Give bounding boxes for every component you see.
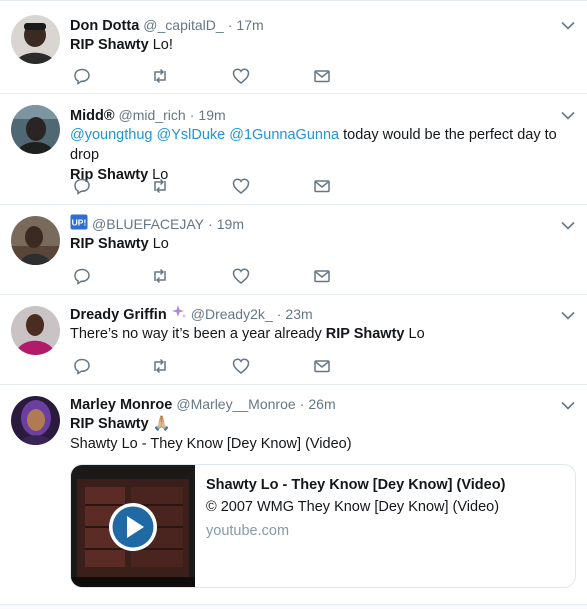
tweet-actions [73, 67, 343, 85]
username[interactable]: @Marley__Monroe [176, 396, 295, 412]
bold-text: RIP Shawty [70, 416, 149, 432]
mention-link[interactable]: @YslDuke [156, 127, 225, 143]
tweet-header: Don Dotta @_capitalD_ · 17m [70, 15, 579, 35]
like-icon[interactable] [232, 177, 250, 195]
card-domain[interactable]: youtube.com [206, 523, 289, 539]
direct-message-icon[interactable] [313, 357, 331, 375]
tweet-text: RIP Shawty 🙏🏼 Shawty Lo - They Know [Dey … [70, 414, 579, 454]
text-line-2: Shawty Lo - They Know [Dey Know] (Video) [70, 436, 352, 452]
direct-message-icon[interactable] [313, 67, 331, 85]
link-preview-card[interactable]: Shawty Lo - They Know [Dey Know] (Video)… [70, 464, 576, 588]
timestamp[interactable]: 23m [285, 306, 312, 322]
retweet-icon[interactable] [151, 177, 169, 195]
tweet[interactable]: UP! @BLUEFACEJAY · 19m RIP Shawty Lo [0, 205, 587, 295]
reply-icon[interactable] [73, 267, 91, 285]
bold-text: RIP Shawty [325, 326, 405, 342]
praying-hands-emoji: 🙏🏼 [152, 416, 171, 432]
username[interactable]: @Dready2k_ [191, 306, 273, 322]
card-description: © 2007 WMG They Know [Dey Know] (Video) [206, 499, 500, 515]
mention-link[interactable]: @1GunnaGunna [229, 127, 339, 143]
fullname[interactable]: Midd® [70, 108, 115, 124]
tweet-text: There’s no way it’s been a year already … [70, 324, 579, 344]
verified-badge-icon: UP! [70, 214, 88, 236]
sparkles-icon [171, 304, 187, 326]
tweet-header: Midd® @mid_rich · 19m [70, 105, 579, 125]
avatar[interactable] [11, 216, 60, 265]
svg-text:UP!: UP! [72, 218, 87, 228]
chevron-down-icon[interactable] [561, 21, 575, 30]
timestamp[interactable]: 17m [236, 17, 263, 33]
separator-dot: · [299, 396, 305, 412]
chevron-down-icon[interactable] [561, 311, 575, 320]
tweet-text: @youngthug @YslDuke @1GunnaGunna today w… [70, 125, 579, 185]
tweet[interactable]: Midd® @mid_rich · 19m @youngthug @YslDuk… [0, 94, 587, 205]
text-start: There’s no way it’s been a year already [70, 326, 326, 342]
reply-icon[interactable] [73, 357, 91, 375]
chevron-down-icon[interactable] [561, 111, 575, 120]
tweet-header: Dready Griffin @Dready2k_ · 23m [70, 304, 579, 324]
chevron-down-icon[interactable] [561, 401, 575, 410]
reply-icon[interactable] [73, 67, 91, 85]
tweet-actions [73, 177, 343, 195]
tweet-actions [73, 357, 343, 375]
avatar[interactable] [11, 306, 60, 355]
text-rest: Lo [148, 236, 169, 252]
separator-dot: · [208, 216, 213, 232]
username[interactable]: @BLUEFACEJAY [92, 216, 204, 232]
text-rest: Lo [404, 326, 425, 342]
play-button-icon[interactable] [108, 502, 158, 552]
username[interactable]: @mid_rich [119, 107, 186, 123]
separator-dot: · [227, 17, 233, 33]
bold-text: RIP Shawty [70, 37, 149, 53]
avatar[interactable] [11, 15, 60, 64]
separator-dot: · [189, 107, 195, 123]
avatar[interactable] [11, 396, 60, 445]
mention-link[interactable]: @youngthug [70, 127, 152, 143]
fullname[interactable]: Dready Griffin [70, 307, 167, 323]
video-thumbnail[interactable] [71, 465, 195, 587]
like-icon[interactable] [232, 357, 250, 375]
timestamp[interactable]: 19m [217, 216, 244, 232]
tweet-header: UP! @BLUEFACEJAY · 19m [70, 214, 579, 234]
reply-icon[interactable] [73, 177, 91, 195]
timeline-bottom-border [0, 604, 587, 609]
tweet-header: Marley Monroe @Marley__Monroe · 26m [70, 394, 579, 414]
bold-text: RIP Shawty [70, 236, 149, 252]
retweet-icon[interactable] [151, 357, 169, 375]
username[interactable]: @_capitalD_ [143, 17, 223, 33]
card-title[interactable]: Shawty Lo - They Know [Dey Know] (Video) [206, 477, 505, 493]
timestamp[interactable]: 19m [198, 107, 225, 123]
tweet-text: RIP Shawty Lo [70, 234, 579, 254]
separator-dot: · [276, 306, 282, 322]
direct-message-icon[interactable] [313, 267, 331, 285]
tweet[interactable]: Don Dotta @_capitalD_ · 17m RIP Shawty L… [0, 5, 587, 94]
tweet[interactable]: Dready Griffin @Dready2k_ · 23m There’s … [0, 295, 587, 385]
text-rest: Lo! [148, 37, 173, 53]
fullname[interactable]: Marley Monroe [70, 397, 172, 413]
like-icon[interactable] [232, 67, 250, 85]
avatar[interactable] [11, 105, 60, 154]
tweet-text: RIP Shawty Lo! [70, 35, 579, 55]
direct-message-icon[interactable] [313, 177, 331, 195]
timestamp[interactable]: 26m [308, 396, 335, 412]
retweet-icon[interactable] [151, 67, 169, 85]
retweet-icon[interactable] [151, 267, 169, 285]
fullname[interactable]: Don Dotta [70, 18, 139, 34]
chevron-down-icon[interactable] [561, 221, 575, 230]
like-icon[interactable] [232, 267, 250, 285]
tweet-actions [73, 267, 343, 285]
